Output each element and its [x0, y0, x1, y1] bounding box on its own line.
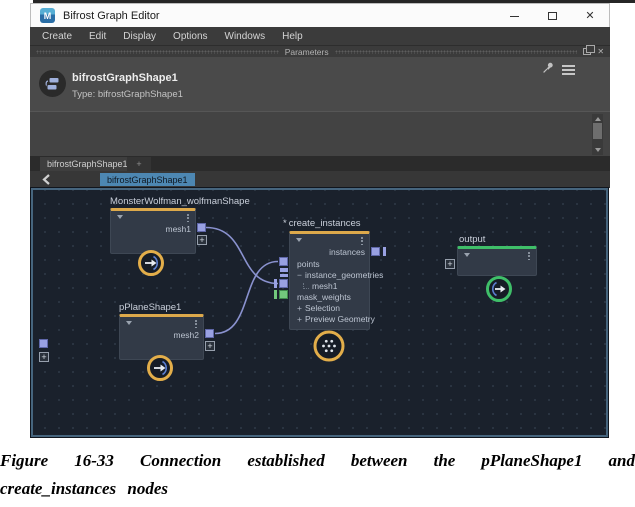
parameters-panel-title: Parameters: [285, 47, 329, 57]
node-menu-icon[interactable]: [361, 237, 363, 245]
node-collapse-caret-icon[interactable]: [464, 253, 470, 257]
add-port-button-output[interactable]: +: [445, 259, 455, 269]
panel-close-icon[interactable]: ✕: [597, 48, 604, 56]
port-mesh2-output[interactable]: [205, 329, 214, 338]
tab-label: bifrostGraphShape1: [47, 159, 128, 169]
port-instances-bar: [383, 247, 386, 256]
node-title-create-instances[interactable]: *create_instances: [283, 218, 361, 229]
minimize-icon: [510, 16, 519, 17]
port-label-mask-weights: mask_weights: [297, 292, 351, 302]
caption-line-2: create_instances nodes: [0, 475, 635, 503]
port-label-instance-geometries: −instance_geometries: [297, 270, 383, 280]
tree-elbow-icon: [303, 283, 309, 289]
scroll-down-arrow[interactable]: [595, 148, 601, 152]
node-collapse-caret-icon[interactable]: [126, 321, 132, 325]
close-button[interactable]: ✕: [571, 4, 609, 28]
title-bar[interactable]: M Bifrost Graph Editor ✕: [30, 3, 610, 27]
node-menu-icon[interactable]: [187, 214, 189, 222]
selected-node-type: Type: bifrostGraphShape1: [72, 89, 183, 100]
node-title-output[interactable]: output: [459, 234, 485, 245]
menu-windows[interactable]: Windows: [225, 31, 266, 42]
selected-node-name: bifrostGraphShape1: [72, 72, 178, 84]
menu-help[interactable]: Help: [282, 31, 303, 42]
window-controls: ✕: [495, 4, 609, 28]
menu-options[interactable]: Options: [173, 31, 207, 42]
scroll-up-arrow[interactable]: [595, 117, 601, 121]
port-label-preview-geometry[interactable]: +Preview Geometry: [297, 314, 375, 324]
figure-caption: Figure 16-33 Connection established betw…: [0, 447, 635, 503]
port-label-mesh2-out: mesh2: [173, 330, 199, 340]
menu-bar: Create Edit Display Options Windows Help: [30, 27, 610, 45]
maximize-icon: [548, 12, 557, 20]
port-mask-weights-input[interactable]: [279, 290, 288, 299]
grip-texture: [36, 50, 279, 54]
float-panel-icon[interactable]: [583, 48, 591, 55]
wire-mesh2-to-points: [215, 262, 278, 334]
output-node-badge-icon[interactable]: [484, 274, 514, 309]
menu-create[interactable]: Create: [42, 31, 72, 42]
maya-app-icon: M: [40, 8, 55, 23]
node-menu-icon[interactable]: [195, 320, 197, 328]
port-mesh1-bar: [274, 279, 277, 288]
breadcrumb-current[interactable]: bifrostGraphShape1: [100, 173, 195, 186]
grip-texture: [335, 50, 578, 54]
caption-line-1: Figure 16-33 Connection established betw…: [0, 447, 635, 475]
node-collapse-caret-icon[interactable]: [117, 215, 123, 219]
collapse-minus-icon: −: [297, 270, 302, 280]
parameters-panel-header[interactable]: Parameters ✕: [30, 45, 610, 57]
node-create-instances[interactable]: instances points −instance_geometries me…: [289, 231, 370, 330]
breadcrumb-bar: bifrostGraphShape1: [30, 171, 610, 188]
port-label-instances: instances: [329, 247, 365, 257]
menu-display[interactable]: Display: [123, 31, 156, 42]
graph-canvas[interactable]: + MonsterWolfman_wolfmanShape mesh1 + pP…: [31, 188, 608, 437]
port-label-selection[interactable]: +Selection: [297, 303, 340, 313]
port-points-input[interactable]: [279, 257, 288, 266]
expand-plus-icon: +: [297, 303, 302, 313]
input-node-badge-icon[interactable]: [136, 248, 166, 283]
dirty-mark: *: [283, 218, 287, 229]
menu-edit[interactable]: Edit: [89, 31, 106, 42]
close-icon: ✕: [585, 11, 594, 22]
graph-input-port[interactable]: [39, 339, 48, 348]
parameters-scroll-area: [30, 111, 610, 156]
pin-icon[interactable]: [542, 61, 555, 79]
scrollbar-thumb[interactable]: [593, 123, 602, 139]
input-node-badge-icon[interactable]: [145, 353, 175, 388]
maximize-button[interactable]: [533, 4, 571, 28]
node-collapse-caret-icon[interactable]: [296, 238, 302, 242]
instances-node-badge-icon[interactable]: [311, 328, 347, 369]
wire-mesh1-to-create-instances: [206, 228, 278, 284]
port-mask-weights-bar: [274, 290, 277, 299]
node-menu-icon[interactable]: [528, 252, 530, 260]
graph-tab-bar: bifrostGraphShape1 ✕ +: [30, 156, 610, 171]
add-port-button-pplane[interactable]: +: [205, 341, 215, 351]
page: M Bifrost Graph Editor ✕ Create Edit Dis…: [0, 0, 635, 507]
port-mesh1-output[interactable]: [197, 223, 206, 232]
minimize-button[interactable]: [495, 4, 533, 28]
window-title: Bifrost Graph Editor: [63, 10, 160, 22]
node-output[interactable]: [457, 246, 537, 276]
port-label-points: points: [297, 259, 320, 269]
node-title-monsterwolfman[interactable]: MonsterWolfman_wolfmanShape: [110, 196, 250, 207]
port-mesh1-input[interactable]: [279, 279, 288, 288]
bifrost-graph-editor-window: M Bifrost Graph Editor ✕ Create Edit Dis…: [30, 3, 610, 438]
bifrost-shape-icon: [39, 70, 66, 97]
port-label-mesh1-out: mesh1: [165, 224, 191, 234]
panel-menu-icon[interactable]: [562, 63, 575, 77]
new-tab-button[interactable]: +: [127, 157, 151, 171]
port-instance-geometries-input[interactable]: [280, 268, 288, 277]
expand-plus-icon: +: [297, 314, 302, 324]
parameters-panel: bifrostGraphShape1 Type: bifrostGraphSha…: [30, 57, 610, 111]
port-instances-output[interactable]: [371, 247, 380, 256]
port-label-mesh1-in: mesh1: [297, 281, 338, 291]
vertical-scrollbar[interactable]: [592, 114, 603, 155]
add-graph-input-button[interactable]: +: [39, 352, 49, 362]
add-port-button-monster[interactable]: +: [197, 235, 207, 245]
node-title-pplaneshape1[interactable]: pPlaneShape1: [119, 302, 181, 313]
